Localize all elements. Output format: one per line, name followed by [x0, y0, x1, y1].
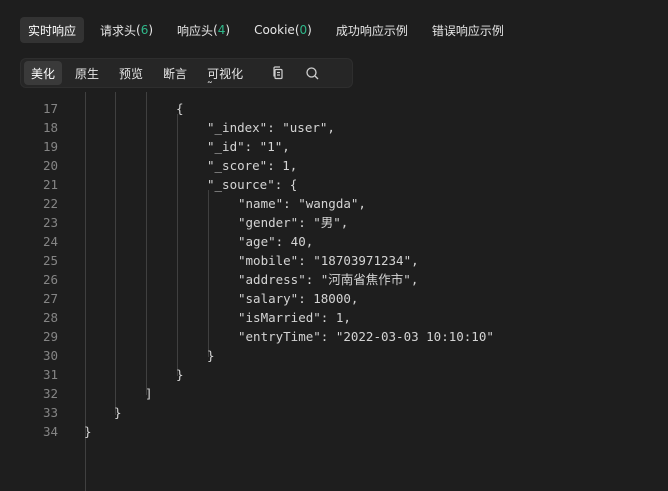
code-line: 22 "name": "wangda",	[0, 194, 668, 213]
line-number: 22	[42, 196, 58, 211]
line-number: 28	[42, 310, 58, 325]
line-number: 23	[42, 215, 58, 230]
code-text: "gender": "男",	[238, 215, 349, 230]
code-text: "_index": "user",	[207, 120, 335, 135]
code-line: 33}	[0, 403, 668, 422]
code-line: 20 "_score": 1,	[0, 156, 668, 175]
view-toolbar: 美化 原生 预览 断言 可视化	[20, 58, 353, 88]
preview-button[interactable]: 预览	[112, 61, 150, 85]
request-headers-count: 6	[140, 23, 149, 37]
tab-request-headers[interactable]: 请求头(6)	[92, 17, 161, 43]
code-line: 24 "age": 40,	[0, 232, 668, 251]
code-text: }	[84, 424, 92, 439]
code-line: 18 "_index": "user",	[0, 118, 668, 137]
line-number: 24	[42, 234, 58, 249]
line-number: 29	[42, 329, 58, 344]
code-line: 26 "address": "河南省焦作市",	[0, 270, 668, 289]
line-number: 33	[42, 405, 58, 420]
code-text: "isMarried": 1,	[238, 310, 351, 325]
beautify-button[interactable]: 美化	[24, 61, 63, 85]
code-text: "_source": {	[207, 177, 298, 192]
code-text: }	[207, 348, 215, 363]
line-number: 18	[42, 120, 58, 135]
search-icon[interactable]	[300, 61, 324, 85]
line-number: 21	[42, 177, 58, 192]
code-line: 34}	[0, 422, 668, 441]
code-line: 25 "mobile": "18703971234",	[0, 251, 668, 270]
line-number: 34	[42, 424, 58, 439]
tab-realtime-response[interactable]: 实时响应	[20, 17, 85, 43]
code-text: {	[176, 101, 184, 116]
response-tabs: 实时响应 请求头(6) 响应头(4) Cookie(0) 成功响应示例 错误响应…	[20, 17, 520, 43]
code-text: "entryTime": "2022-03-03 10:10:10"	[238, 329, 494, 344]
code-line: 27 "salary": 18000,	[0, 289, 668, 308]
code-line: 23 "gender": "男",	[0, 213, 668, 232]
code-line: 28 "isMarried": 1,	[0, 308, 668, 327]
partial-line-mark: ˜	[206, 79, 214, 94]
assert-button[interactable]: 断言	[156, 61, 194, 85]
line-number: 27	[42, 291, 58, 306]
code-line: 21 "_source": {	[0, 175, 668, 194]
code-text: "address": "河南省焦作市",	[238, 272, 419, 287]
raw-button[interactable]: 原生	[68, 61, 106, 85]
code-text: "salary": 18000,	[238, 291, 359, 306]
code-text: }	[176, 367, 184, 382]
line-number: 31	[42, 367, 58, 382]
code-text: }	[114, 405, 122, 420]
line-number: 19	[42, 139, 58, 154]
response-code-editor[interactable]: ˜ 17{ 18 "_index": "user", 19 "_id": "1", …	[0, 79, 668, 491]
line-number: 30	[42, 348, 58, 363]
tab-cookie[interactable]: Cookie(0)	[246, 17, 320, 43]
line-number: 32	[42, 386, 58, 401]
code-line: 19 "_id": "1",	[0, 137, 668, 156]
response-headers-count: 4	[217, 23, 226, 37]
code-text: "_score": 1,	[207, 158, 298, 173]
line-number: 25	[42, 253, 58, 268]
code-line: 29 "entryTime": "2022-03-03 10:10:10"	[0, 327, 668, 346]
code-text: ]	[145, 386, 153, 401]
code-line: 31}	[0, 365, 668, 384]
line-number: 20	[42, 158, 58, 173]
line-number: 26	[42, 272, 58, 287]
tab-success-example[interactable]: 成功响应示例	[328, 17, 416, 43]
code-text: "age": 40,	[238, 234, 314, 249]
tab-error-example[interactable]: 错误响应示例	[424, 17, 512, 43]
code-text: "name": "wangda",	[238, 196, 366, 211]
cookie-count: 0	[299, 23, 308, 37]
copy-icon[interactable]	[266, 61, 290, 85]
code-line: 17 {	[0, 99, 668, 118]
line-number: 17	[42, 101, 58, 116]
code-text: "mobile": "18703971234",	[238, 253, 419, 268]
tab-response-headers[interactable]: 响应头(4)	[169, 17, 238, 43]
code-text: "_id": "1",	[207, 139, 290, 154]
code-line: 30}	[0, 346, 668, 365]
code-line: 32]	[0, 384, 668, 403]
